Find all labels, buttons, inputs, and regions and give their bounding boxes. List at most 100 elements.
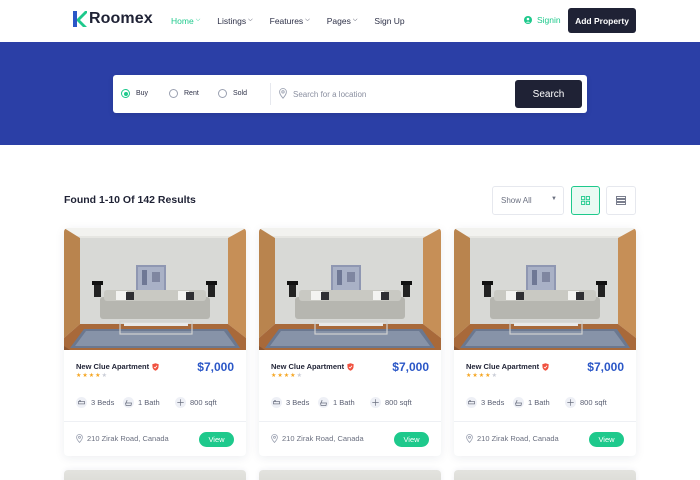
star-empty-icon: ★ bbox=[491, 373, 497, 379]
property-card-partial[interactable] bbox=[454, 470, 636, 480]
grid-icon bbox=[581, 196, 590, 205]
property-card[interactable]: New Clue Apartment ★ ★ ★ ★ ★ $7,000 3 Be… bbox=[259, 228, 441, 456]
property-title-text: New Clue Apartment bbox=[271, 362, 345, 371]
divider bbox=[259, 421, 441, 422]
location-pin-icon bbox=[271, 434, 278, 443]
filter-selected-value: Show All bbox=[501, 196, 532, 205]
star-empty-icon: ★ bbox=[101, 373, 107, 379]
bath-icon bbox=[123, 397, 134, 408]
verified-badge-icon bbox=[347, 362, 354, 371]
property-title[interactable]: New Clue Apartment bbox=[466, 362, 549, 371]
search-button[interactable]: Search bbox=[515, 80, 582, 108]
baths-feature: 1 Bath bbox=[123, 397, 160, 408]
area-value: 800 sqft bbox=[385, 398, 412, 407]
property-card-partial[interactable] bbox=[259, 470, 441, 480]
baths-value: 1 Bath bbox=[528, 398, 550, 407]
divider bbox=[270, 83, 271, 105]
property-price: $7,000 bbox=[587, 360, 624, 374]
property-title-text: New Clue Apartment bbox=[466, 362, 540, 371]
hero-banner: Buy Rent Sold Search bbox=[0, 42, 700, 145]
beds-feature: 3 Beds bbox=[466, 397, 504, 408]
property-price: $7,000 bbox=[392, 360, 429, 374]
nav-item-signup[interactable]: Sign Up bbox=[374, 16, 404, 26]
nav-label: Home bbox=[171, 16, 194, 26]
brand-name: Roomex bbox=[89, 10, 153, 27]
nav-item-home[interactable]: Home ⌵ bbox=[171, 16, 200, 26]
radio-buy[interactable]: Buy bbox=[121, 89, 148, 98]
property-image[interactable] bbox=[64, 228, 246, 350]
bed-icon bbox=[76, 397, 87, 408]
star-icon: ★ bbox=[95, 373, 101, 379]
signin-label: Signin bbox=[537, 15, 561, 25]
address-text: 210 Zirak Road, Canada bbox=[477, 434, 559, 443]
view-button[interactable]: View bbox=[589, 432, 624, 447]
radio-label: Sold bbox=[233, 90, 248, 97]
nav-item-pages[interactable]: Pages ⌵ bbox=[327, 16, 358, 26]
radio-label: Buy bbox=[136, 90, 149, 97]
area-icon bbox=[175, 397, 186, 408]
list-view-button[interactable] bbox=[606, 186, 636, 215]
area-icon bbox=[370, 397, 381, 408]
site-header: Roomex Home ⌵ Listings ⌵ Features ⌵ Page… bbox=[0, 0, 700, 42]
radio-unchecked-icon bbox=[218, 89, 227, 98]
nav-label: Sign Up bbox=[374, 16, 405, 26]
property-card[interactable]: New Clue Apartment ★ ★ ★ ★ ★ $7,000 3 Be… bbox=[454, 228, 636, 456]
radio-checked-icon bbox=[121, 89, 130, 98]
rating-stars: ★ ★ ★ ★ ★ bbox=[466, 372, 497, 379]
property-title[interactable]: New Clue Apartment bbox=[76, 362, 159, 371]
nav-label: Pages bbox=[326, 16, 351, 26]
property-title-text: New Clue Apartment bbox=[76, 362, 150, 371]
star-icon: ★ bbox=[472, 373, 478, 379]
view-button[interactable]: View bbox=[199, 432, 234, 447]
area-icon bbox=[565, 397, 576, 408]
brand-logo[interactable]: Roomex bbox=[72, 10, 153, 28]
radio-label: Rent bbox=[184, 90, 199, 97]
star-icon: ★ bbox=[277, 373, 283, 379]
property-image bbox=[259, 470, 441, 480]
property-image bbox=[64, 470, 246, 480]
divider bbox=[454, 421, 636, 422]
location-search-input[interactable] bbox=[293, 85, 493, 103]
beds-feature: 3 Beds bbox=[76, 397, 114, 408]
property-card-partial[interactable] bbox=[64, 470, 246, 480]
property-image bbox=[454, 470, 636, 480]
property-title[interactable]: New Clue Apartment bbox=[271, 362, 354, 371]
area-feature: 800 sqft bbox=[370, 397, 412, 408]
verified-badge-icon bbox=[542, 362, 549, 371]
baths-value: 1 Bath bbox=[138, 398, 160, 407]
area-value: 800 sqft bbox=[190, 398, 217, 407]
rating-stars: ★ ★ ★ ★ ★ bbox=[76, 372, 107, 379]
star-icon: ★ bbox=[76, 373, 82, 379]
view-button[interactable]: View bbox=[394, 432, 429, 447]
star-icon: ★ bbox=[271, 373, 277, 379]
property-address: 210 Zirak Road, Canada bbox=[271, 434, 364, 443]
bed-icon bbox=[271, 397, 282, 408]
bath-icon bbox=[318, 397, 329, 408]
property-card[interactable]: New Clue Apartment ★ ★ ★ ★ ★ $7,000 3 Be… bbox=[64, 228, 246, 456]
property-address: 210 Zirak Road, Canada bbox=[76, 434, 169, 443]
radio-sold[interactable]: Sold bbox=[218, 89, 247, 98]
star-icon: ★ bbox=[478, 373, 485, 379]
nav-item-listings[interactable]: Listings ⌵ bbox=[217, 16, 252, 26]
verified-badge-icon bbox=[152, 362, 159, 371]
baths-value: 1 Bath bbox=[333, 398, 355, 407]
beds-value: 3 Beds bbox=[286, 398, 310, 407]
chevron-down-icon: ⌵ bbox=[305, 16, 310, 23]
radio-rent[interactable]: Rent bbox=[169, 89, 199, 98]
address-text: 210 Zirak Road, Canada bbox=[282, 434, 364, 443]
nav-label: Features bbox=[269, 16, 304, 26]
signin-link[interactable]: Signin bbox=[524, 15, 561, 25]
baths-feature: 1 Bath bbox=[513, 397, 550, 408]
property-image[interactable] bbox=[259, 228, 441, 350]
location-pin-icon bbox=[279, 88, 287, 99]
chevron-down-icon: ⌵ bbox=[248, 16, 253, 23]
star-icon: ★ bbox=[283, 373, 290, 379]
nav-item-features[interactable]: Features ⌵ bbox=[270, 16, 310, 26]
add-property-button[interactable]: Add Property bbox=[568, 8, 636, 33]
filter-select[interactable]: Show All ▼ bbox=[492, 186, 564, 215]
address-text: 210 Zirak Road, Canada bbox=[87, 434, 169, 443]
area-value: 800 sqft bbox=[580, 398, 607, 407]
property-image[interactable] bbox=[454, 228, 636, 350]
results-count: Found 1-10 Of 142 Results bbox=[64, 194, 196, 206]
grid-view-button[interactable] bbox=[571, 186, 600, 215]
